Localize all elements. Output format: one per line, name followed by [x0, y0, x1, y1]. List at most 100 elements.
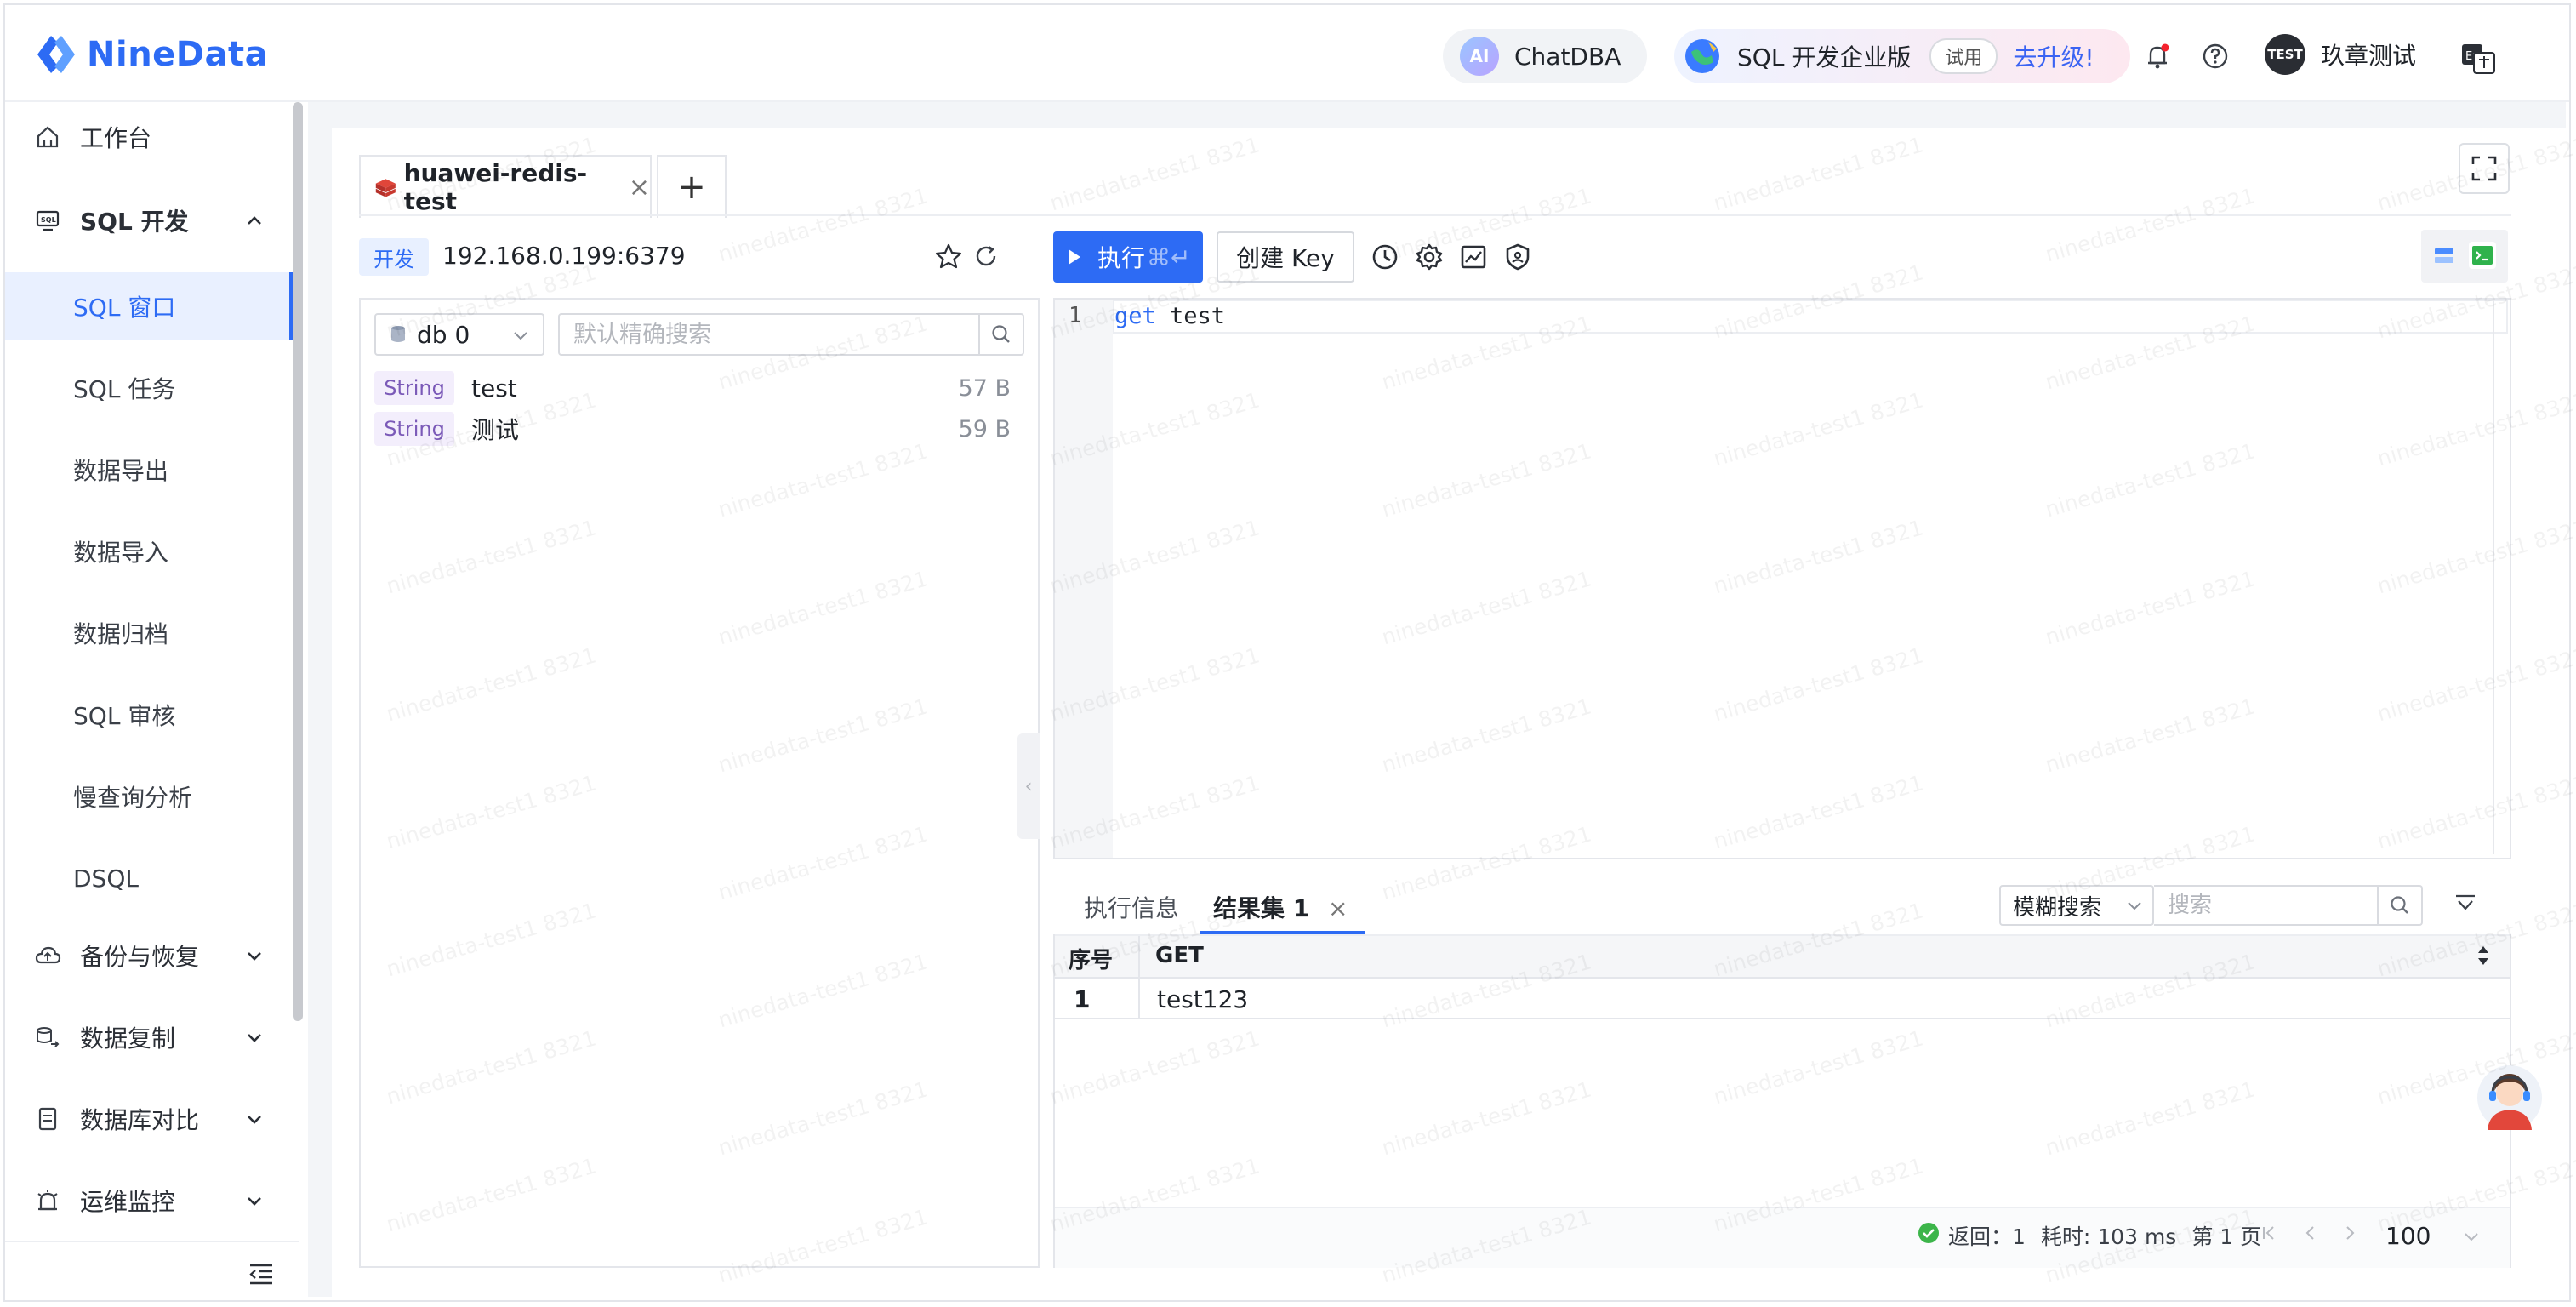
row-value-cell[interactable]: test123: [1157, 985, 1248, 1013]
replication-icon: [37, 1027, 60, 1047]
nav-sql-task[interactable]: SQL 任务: [5, 354, 294, 422]
sort-icon[interactable]: [2474, 941, 2493, 970]
key-search-button[interactable]: [978, 315, 1023, 354]
close-result-icon[interactable]: ×: [1328, 894, 1348, 922]
tab-result-set-1[interactable]: 结果集 1 ×: [1213, 890, 1348, 924]
list-item[interactable]: String test 57 B: [374, 369, 1021, 407]
bell-icon[interactable]: [2142, 41, 2173, 71]
nav-group-compare-label: 数据库对比: [80, 1106, 200, 1134]
nav-data-archive[interactable]: 数据归档: [5, 599, 294, 667]
search-mode-value: 模糊搜索: [2013, 894, 2102, 921]
editor-scrollbar[interactable]: [2493, 300, 2494, 854]
line-number: 1: [1069, 303, 1082, 328]
fullscreen-icon: [2471, 156, 2497, 181]
sidebar-scrollbar[interactable]: [293, 102, 303, 1021]
globe-icon: [1685, 39, 1719, 73]
run-shortcut: ⌘↵: [1147, 243, 1191, 271]
fullscreen-button[interactable]: [2459, 143, 2510, 194]
search-mode-select[interactable]: 模糊搜索: [1999, 885, 2154, 926]
add-tab-button[interactable]: +: [657, 155, 727, 218]
nav-group-backup[interactable]: 备份与恢复: [5, 921, 294, 990]
env-tag: 开发: [359, 238, 429, 276]
search-icon: [992, 325, 1010, 343]
avatar: TEST: [2265, 34, 2305, 75]
nav-sql-window[interactable]: SQL 窗口: [5, 272, 294, 340]
nav-data-import[interactable]: 数据导入: [5, 517, 294, 585]
column-header-get[interactable]: GET: [1155, 943, 1204, 968]
nav-group-monitor-label: 运维监控: [80, 1188, 176, 1216]
trial-badge: 试用: [1929, 38, 1998, 74]
collapse-sidebar-icon[interactable]: [247, 1261, 276, 1287]
tab-execution-info[interactable]: 执行信息: [1084, 890, 1179, 924]
nav-group-monitor[interactable]: 运维监控: [5, 1166, 294, 1236]
key-search-input[interactable]: [572, 320, 966, 349]
panel-splitter[interactable]: ‹: [1017, 733, 1040, 839]
column-header-index[interactable]: 序号: [1069, 943, 1113, 974]
tab-label: huawei-redis-test: [403, 159, 588, 215]
result-search-button[interactable]: [2377, 887, 2421, 924]
next-page-icon[interactable]: [2341, 1222, 2360, 1244]
history-icon[interactable]: [1370, 242, 1400, 272]
app-logo[interactable]: NineData: [34, 32, 268, 77]
chevron-down-icon: [248, 952, 261, 961]
upgrade-link[interactable]: 去升级!: [2013, 39, 2094, 73]
play-icon: [1069, 249, 1080, 265]
chatdba-button[interactable]: AI ChatDBA: [1443, 29, 1647, 83]
chart-icon[interactable]: [1458, 242, 1489, 272]
chevron-up-icon: [248, 216, 261, 225]
row-index-cell: 1: [1074, 985, 1091, 1013]
redis-icon: [375, 179, 396, 197]
tab-huawei-redis-test[interactable]: huawei-redis-test ×: [359, 155, 652, 218]
shield-icon[interactable]: [1502, 242, 1533, 272]
page-size-value: 100: [2385, 1221, 2431, 1250]
terminal-icon: [2472, 246, 2493, 265]
first-page-icon[interactable]: [2260, 1222, 2278, 1244]
user-menu[interactable]: TEST 玖章测试: [2265, 34, 2416, 75]
language-switch-icon[interactable]: En: [2460, 41, 2496, 75]
nav-sql-review[interactable]: SQL 审核: [5, 681, 294, 749]
result-search-input[interactable]: [2166, 892, 2374, 919]
settings-icon[interactable]: [1414, 242, 1445, 272]
code-argument: test: [1155, 303, 1226, 329]
nav-slow-query[interactable]: 慢查询分析: [5, 762, 294, 830]
help-icon[interactable]: [2200, 41, 2231, 71]
edition-banner[interactable]: SQL 开发企业版 试用 去升级!: [1674, 29, 2130, 83]
code-keyword: get: [1114, 303, 1156, 329]
table-row[interactable]: [1055, 979, 2510, 1019]
nav-data-export[interactable]: 数据导出: [5, 436, 294, 504]
split-layout-icon[interactable]: [2433, 245, 2455, 267]
db-select[interactable]: db 0: [374, 313, 544, 356]
key-name: 测试: [471, 416, 520, 444]
db-select-value: db 0: [417, 320, 470, 349]
user-name: 玖章测试: [2321, 42, 2417, 70]
nav-group-sql-label: SQL 开发: [80, 208, 189, 236]
code-line[interactable]: get test: [1114, 303, 1225, 329]
terminal-view-button[interactable]: [2469, 242, 2496, 269]
nav-workbench-label: 工作台: [80, 124, 152, 152]
key-search: [558, 313, 1024, 356]
page-size-select[interactable]: 100: [2385, 1217, 2481, 1254]
customer-support-icon[interactable]: [2476, 1062, 2544, 1133]
close-tab-icon[interactable]: ×: [629, 173, 650, 203]
refresh-icon[interactable]: [972, 242, 1000, 271]
key-size: 57 B: [958, 374, 1011, 402]
create-key-button[interactable]: 创建 Key: [1217, 231, 1354, 283]
list-item[interactable]: String 测试 59 B: [374, 410, 1021, 448]
prev-page-icon[interactable]: [2300, 1222, 2319, 1244]
home-icon: [37, 126, 59, 148]
sidebar-footer: [5, 1241, 299, 1300]
sql-editor[interactable]: [1053, 298, 2511, 859]
nav-workbench[interactable]: 工作台: [5, 102, 294, 172]
nav-group-replication[interactable]: 数据复制: [5, 1002, 294, 1072]
app-name: NineData: [87, 35, 269, 74]
collapse-results-icon[interactable]: [2453, 893, 2477, 914]
run-button[interactable]: 执行 ⌘↵: [1053, 231, 1203, 283]
sql-monitor-icon: SQL: [36, 210, 60, 231]
nav-group-backup-label: 备份与恢复: [80, 943, 200, 971]
nav-dsql[interactable]: DSQL: [5, 844, 294, 912]
nav-group-compare[interactable]: 数据库对比: [5, 1084, 294, 1154]
connection-host: 192.168.0.199:6379: [442, 242, 686, 270]
star-icon[interactable]: [934, 242, 963, 271]
top-header: NineData AI ChatDBA SQL 开发企业版 试用 去升级! TE…: [5, 5, 2569, 102]
nav-group-sql[interactable]: SQL SQL 开发: [5, 185, 294, 255]
